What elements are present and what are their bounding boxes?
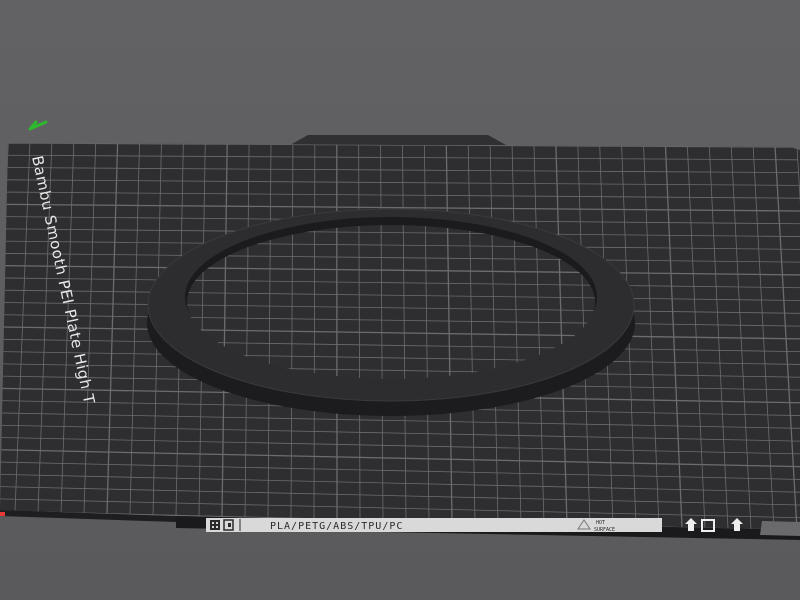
hot-surface-line2: SURFACE xyxy=(594,527,615,533)
plate-tab xyxy=(290,135,506,145)
plate-corner-tab xyxy=(760,521,800,536)
x-axis-indicator-icon xyxy=(0,512,5,516)
plate-label-strip: PLA/PETG/ABS/TPU/PC HOT SURFACE xyxy=(176,516,800,540)
build-plate-scene[interactable]: Bambu Smooth PEI Plate High T PLA/PETG/A… xyxy=(0,0,800,600)
filament-compatibility-label: PLA/PETG/ABS/TPU/PC xyxy=(270,521,403,532)
3d-viewport[interactable]: Bambu Smooth PEI Plate High T PLA/PETG/A… xyxy=(0,0,800,600)
hot-surface-line1: HOT xyxy=(596,520,605,526)
y-axis-indicator-icon xyxy=(28,120,48,131)
